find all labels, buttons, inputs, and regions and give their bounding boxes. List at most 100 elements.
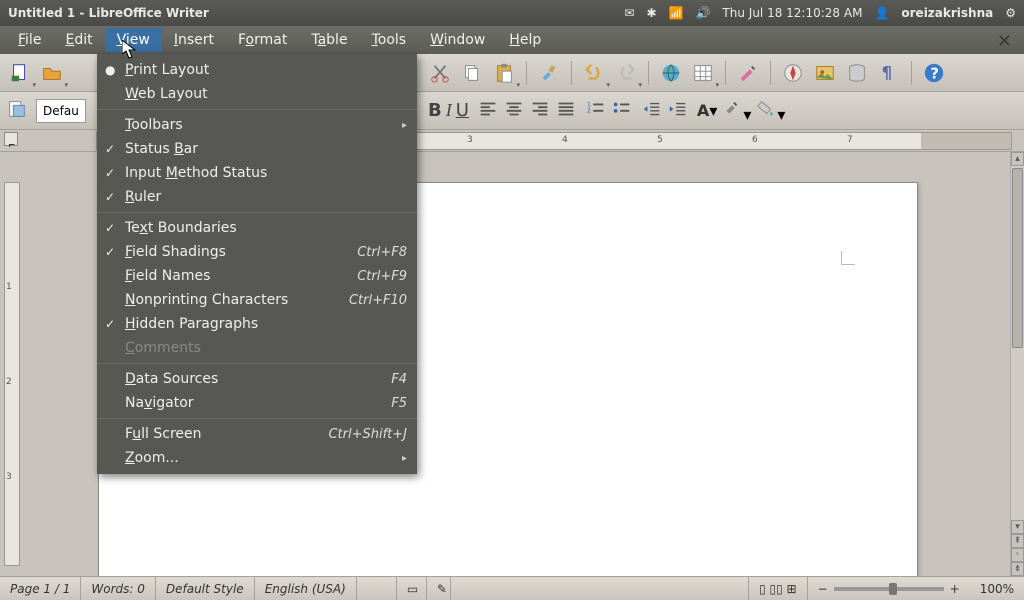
zoom-percent[interactable]: 100% xyxy=(970,577,1024,600)
copy-button[interactable] xyxy=(458,59,486,87)
menu-web-layout[interactable]: Web Layout xyxy=(97,82,417,106)
ruler-tick: 4 xyxy=(562,135,568,145)
nav-circle-button[interactable]: ◦ xyxy=(1011,548,1024,562)
user-icon: 👤 xyxy=(874,6,889,20)
menu-navigator[interactable]: NavigatorF5 xyxy=(97,391,417,415)
help-button[interactable]: ? xyxy=(920,59,948,87)
menu-comments: Comments xyxy=(97,336,417,360)
username[interactable]: oreizakrishna xyxy=(901,6,993,20)
zoom-slider[interactable] xyxy=(834,587,944,591)
svg-text:?: ? xyxy=(930,65,939,82)
align-center-button[interactable] xyxy=(503,98,525,124)
format-paintbrush-button[interactable] xyxy=(535,59,563,87)
system-top-bar: Untitled 1 - LibreOffice Writer ✉ ✱ 📶 🔊 … xyxy=(0,0,1024,26)
background-color-button[interactable]: ▾ xyxy=(755,98,785,124)
italic-button[interactable]: I xyxy=(446,100,452,121)
settings-gear-icon[interactable]: ⚙ xyxy=(1005,6,1016,20)
menu-view[interactable]: View xyxy=(105,28,162,52)
numbered-list-button[interactable]: 12 xyxy=(585,98,607,124)
menu-table[interactable]: Table xyxy=(299,28,359,52)
prev-page-button[interactable]: ⇞ xyxy=(1011,534,1024,548)
menu-field-names[interactable]: Field NamesCtrl+F9 xyxy=(97,264,417,288)
font-color-button[interactable]: A▾ xyxy=(697,101,717,120)
next-page-button[interactable]: ⇟ xyxy=(1011,562,1024,576)
redo-button[interactable]: ▾ xyxy=(612,59,640,87)
menu-window[interactable]: Window xyxy=(418,28,497,52)
network-icon[interactable]: 📶 xyxy=(669,6,684,20)
open-button[interactable]: ▾ xyxy=(38,59,66,87)
styles-button[interactable] xyxy=(6,98,28,124)
menu-nonprinting-chars[interactable]: Nonprinting CharactersCtrl+F10 xyxy=(97,288,417,312)
vertical-scrollbar[interactable]: ▴ ▾ ⇞ ◦ ⇟ xyxy=(1010,152,1024,576)
menu-hidden-paragraphs[interactable]: ✓Hidden Paragraphs xyxy=(97,312,417,336)
status-words[interactable]: Words: 0 xyxy=(81,577,156,600)
status-modified-icon[interactable]: ✎ xyxy=(427,577,451,600)
gallery-button[interactable] xyxy=(811,59,839,87)
menu-text-boundaries[interactable]: ✓Text Boundaries xyxy=(97,216,417,240)
scrollbar-thumb[interactable] xyxy=(1012,168,1023,348)
zoom-control[interactable]: − + xyxy=(808,582,970,596)
align-right-button[interactable] xyxy=(529,98,551,124)
system-tray: ✉ ✱ 📶 🔊 Thu Jul 18 12:10:28 AM 👤 oreizak… xyxy=(624,6,1016,20)
new-document-button[interactable]: ▾ xyxy=(6,59,34,87)
bullet-list-button[interactable] xyxy=(611,98,633,124)
underline-button[interactable]: U xyxy=(456,100,469,121)
align-justify-button[interactable] xyxy=(555,98,577,124)
menu-toolbars[interactable]: Toolbars▸ xyxy=(97,113,417,137)
mail-icon[interactable]: ✉ xyxy=(624,6,634,20)
clock[interactable]: Thu Jul 18 12:10:28 AM xyxy=(722,6,862,20)
highlight-color-button[interactable]: ▾ xyxy=(721,98,751,124)
hyperlink-button[interactable] xyxy=(657,59,685,87)
increase-indent-button[interactable] xyxy=(667,98,689,124)
drawing-button[interactable] xyxy=(734,59,762,87)
ruler-tick: 7 xyxy=(847,135,853,145)
menu-ruler[interactable]: ✓Ruler xyxy=(97,185,417,209)
navigator-button[interactable] xyxy=(779,59,807,87)
bluetooth-icon[interactable]: ✱ xyxy=(646,6,656,20)
menu-status-bar[interactable]: ✓Status Bar xyxy=(97,137,417,161)
paragraph-style-combo[interactable] xyxy=(36,99,86,123)
menu-file[interactable]: File xyxy=(6,28,53,52)
bold-button[interactable]: B xyxy=(428,100,442,121)
nonprinting-chars-button[interactable]: ¶ xyxy=(875,59,903,87)
ruler-tick: 6 xyxy=(752,135,758,145)
menu-field-shadings[interactable]: ✓Field ShadingsCtrl+F8 xyxy=(97,240,417,264)
cut-button[interactable] xyxy=(426,59,454,87)
align-left-button[interactable] xyxy=(477,98,499,124)
volume-icon[interactable]: 🔊 xyxy=(695,6,710,20)
view-layout-buttons[interactable]: ▯ ▯▯ ⊞ xyxy=(749,577,808,600)
menu-insert[interactable]: Insert xyxy=(162,28,226,52)
paste-button[interactable]: ▾ xyxy=(490,59,518,87)
menu-edit[interactable]: Edit xyxy=(53,28,104,52)
status-selection-mode[interactable]: ▭ xyxy=(397,577,427,600)
menu-format[interactable]: Format xyxy=(226,28,299,52)
decrease-indent-button[interactable] xyxy=(641,98,663,124)
status-page[interactable]: Page 1 / 1 xyxy=(0,577,81,600)
svg-text:2: 2 xyxy=(587,106,591,114)
menu-zoom[interactable]: Zoom...▸ xyxy=(97,446,417,470)
ruler-corner: ⌐ xyxy=(4,132,18,146)
zoom-out-button[interactable]: − xyxy=(818,582,828,596)
status-insert-mode[interactable] xyxy=(357,577,397,600)
scroll-up-button[interactable]: ▴ xyxy=(1011,152,1024,166)
menu-data-sources[interactable]: Data SourcesF4 xyxy=(97,367,417,391)
menu-help[interactable]: Help xyxy=(497,28,553,52)
status-style[interactable]: Default Style xyxy=(156,577,255,600)
scroll-down-button[interactable]: ▾ xyxy=(1011,520,1024,534)
data-sources-button[interactable] xyxy=(843,59,871,87)
table-button[interactable]: ▾ xyxy=(689,59,717,87)
menu-tools[interactable]: Tools xyxy=(360,28,419,52)
zoom-in-button[interactable]: + xyxy=(950,582,960,596)
document-close-button[interactable]: × xyxy=(991,30,1018,51)
menu-print-layout[interactable]: ●Print Layout xyxy=(97,58,417,82)
menu-full-screen[interactable]: Full ScreenCtrl+Shift+J xyxy=(97,422,417,446)
ruler-tick: 3 xyxy=(467,135,473,145)
vertical-ruler[interactable] xyxy=(4,182,20,566)
menu-input-method-status[interactable]: ✓Input Method Status xyxy=(97,161,417,185)
status-language[interactable]: English (USA) xyxy=(255,577,357,600)
undo-button[interactable]: ▾ xyxy=(580,59,608,87)
ruler-tick: 5 xyxy=(657,135,663,145)
paragraph-style-input[interactable] xyxy=(36,99,86,123)
view-menu-dropdown: ●Print Layout Web Layout Toolbars▸ ✓Stat… xyxy=(97,54,417,474)
page-margin-marker xyxy=(841,251,855,265)
